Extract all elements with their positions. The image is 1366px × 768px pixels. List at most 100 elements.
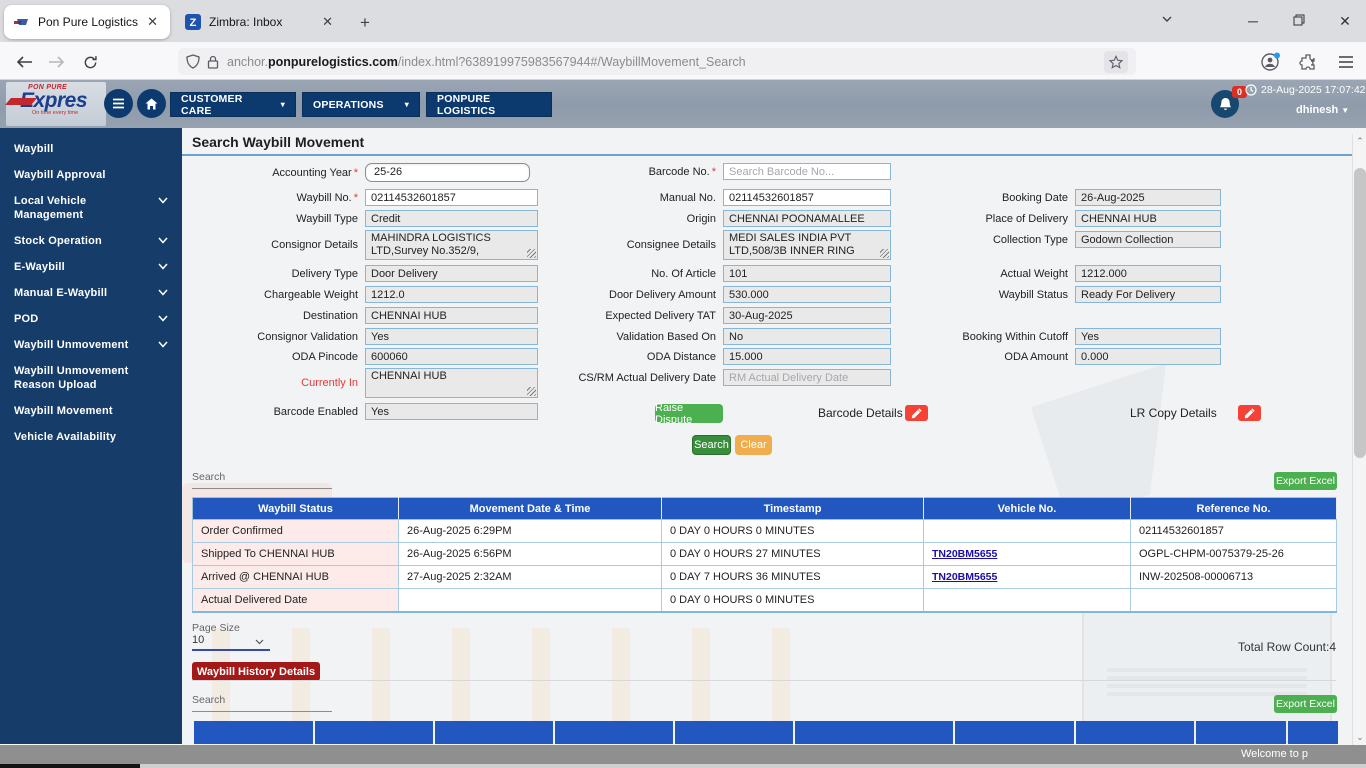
field-validation-based-on: Validation Based On xyxy=(550,328,891,345)
field-oda-amount: ODA Amount xyxy=(902,348,1221,365)
sidebar-item-manual-e-waybill[interactable]: Manual E-Waybill xyxy=(0,280,182,306)
manual-no-input[interactable] xyxy=(723,189,891,206)
sidebar-item-e-waybill[interactable]: E-Waybill xyxy=(0,254,182,280)
cell-datetime: 26-Aug-2025 6:56PM xyxy=(398,542,662,566)
history-col xyxy=(1288,721,1338,744)
new-tab-button[interactable]: + xyxy=(352,10,378,36)
field-place-of-delivery: Place of Delivery xyxy=(902,210,1221,227)
currently-in-textarea[interactable]: CHENNAI HUB xyxy=(365,368,538,398)
cell-status: Order Confirmed xyxy=(192,519,399,543)
chevron-down-icon: ▼ xyxy=(1341,106,1350,115)
window-close-button[interactable]: ✕ xyxy=(1330,8,1360,34)
url-bar[interactable]: anchor.ponpurelogistics.com/index.html?6… xyxy=(178,48,1136,75)
col-reference-no[interactable]: Reference No. xyxy=(1130,497,1337,520)
tab-close-icon[interactable]: ✕ xyxy=(320,14,335,30)
back-button[interactable] xyxy=(12,50,36,74)
nav-ponpure-logistics[interactable]: PONPURE LOGISTICS xyxy=(426,92,552,117)
sidebar-item-waybill[interactable]: Waybill xyxy=(0,136,182,162)
field-no-of-article: No. Of Article xyxy=(550,265,891,282)
cell-status: Shipped To CHENNAI HUB xyxy=(192,542,399,566)
account-icon xyxy=(1261,52,1280,71)
tab-list-chevron-icon[interactable] xyxy=(1160,12,1174,26)
sidebar-item-waybill-unmovement[interactable]: Waybill Unmovement xyxy=(0,332,182,358)
tab-close-icon[interactable]: ✕ xyxy=(145,14,160,30)
field-chargeable-weight: Chargeable Weight xyxy=(192,286,538,303)
main-content: Search Waybill Movement Accounting Year *… xyxy=(182,128,1366,745)
lr-copy-details-edit-button[interactable] xyxy=(1238,405,1261,421)
sidebar-item-waybill-movement[interactable]: Waybill Movement xyxy=(0,398,182,424)
resize-grip-icon[interactable] xyxy=(527,249,536,258)
chevron-down-icon: ▾ xyxy=(280,100,285,109)
waybill-history-details-button[interactable]: Waybill History Details xyxy=(192,662,320,681)
expected-delivery-tat-input xyxy=(723,307,891,324)
forward-button[interactable] xyxy=(44,50,68,74)
field-waybill-type: Waybill Type xyxy=(192,210,538,227)
table-row: Arrived @ CHENNAI HUB 27-Aug-2025 2:32AM… xyxy=(192,565,1337,589)
csrm-actual-delivery-date-input[interactable] xyxy=(723,369,891,386)
export-excel-button[interactable]: Export Excel xyxy=(1274,472,1337,490)
vertical-scrollbar[interactable]: ⌃ ⌄ xyxy=(1352,134,1366,745)
field-consignor-validation: Consignor Validation xyxy=(192,328,538,345)
restore-icon xyxy=(1293,14,1305,26)
sidebar-toggle-button[interactable] xyxy=(104,89,133,118)
waybill-no-input[interactable] xyxy=(365,189,538,206)
sidebar-item-local-vehicle-management[interactable]: Local Vehicle Management xyxy=(0,188,182,228)
search-button[interactable]: Search xyxy=(692,435,731,455)
app-logo[interactable]: PON PURE Expres On time every time xyxy=(5,82,106,126)
home-button[interactable] xyxy=(137,89,166,118)
door-delivery-amount-input xyxy=(723,286,891,303)
consignee-details-textarea[interactable]: MEDI SALES INDIA PVT LTD,508/3B INNER RI… xyxy=(723,230,891,260)
zimbra-favicon-icon: Z xyxy=(185,14,201,30)
clear-button[interactable]: Clear xyxy=(735,435,772,455)
history-col xyxy=(315,721,433,744)
nav-customer-care[interactable]: CUSTOMER CARE ▾ xyxy=(170,92,296,117)
history-filter-input[interactable] xyxy=(192,695,332,712)
scrollbar-thumb[interactable] xyxy=(1354,168,1366,458)
user-menu[interactable]: dhinesh ▼ xyxy=(1296,104,1349,116)
tab-pon-pure-logistics[interactable]: Pon Pure Logistics ✕ xyxy=(4,5,170,39)
page-size-select[interactable]: 10 xyxy=(192,634,270,651)
waybill-status-input xyxy=(1075,286,1221,303)
menu-button[interactable] xyxy=(1334,50,1358,74)
vehicle-link[interactable]: TN20BM5655 xyxy=(932,571,997,583)
nav-operations[interactable]: OPERATIONS ▾ xyxy=(302,92,420,117)
extensions-button[interactable] xyxy=(1296,50,1320,74)
window-minimize-button[interactable]: ─ xyxy=(1238,8,1268,34)
table-filter-input[interactable] xyxy=(192,472,332,489)
raise-dispute-button[interactable]: Raise Dispute xyxy=(655,402,723,426)
window-restore-button[interactable] xyxy=(1284,8,1314,34)
sidebar-item-waybill-unmovement-reason-upload[interactable]: Waybill Unmovement Reason Upload xyxy=(0,358,170,398)
notifications-button[interactable]: 0 xyxy=(1211,86,1247,118)
account-button[interactable] xyxy=(1258,50,1282,74)
accounting-year-select[interactable]: 25-26 xyxy=(365,163,530,182)
field-consignee-details: Consignee Details MEDI SALES INDIA PVT L… xyxy=(550,230,891,260)
resize-grip-icon[interactable] xyxy=(527,387,536,396)
cell-reference: OGPL-CHPM-0075379-25-26 xyxy=(1130,542,1337,566)
resize-grip-icon[interactable] xyxy=(880,249,889,258)
tab-title: Zimbra: Inbox xyxy=(209,15,283,29)
table-header-row: Waybill Status Movement Date & Time Time… xyxy=(192,497,1337,520)
col-timestamp[interactable]: Timestamp xyxy=(661,497,924,520)
vehicle-link[interactable]: TN20BM5655 xyxy=(932,548,997,560)
export-excel-button[interactable]: Export Excel xyxy=(1274,695,1337,713)
barcode-no-input[interactable] xyxy=(723,163,891,180)
sidebar-item-waybill-approval[interactable]: Waybill Approval xyxy=(0,162,182,188)
scroll-up-icon[interactable]: ⌃ xyxy=(1353,136,1366,147)
puzzle-icon xyxy=(1299,54,1315,70)
field-delivery-type: Delivery Type xyxy=(192,265,538,282)
col-vehicle-no[interactable]: Vehicle No. xyxy=(923,497,1131,520)
welcome-marquee: Welcome to p xyxy=(0,745,1366,764)
logo-main-text: Expres xyxy=(5,90,102,111)
tab-zimbra-inbox[interactable]: Z Zimbra: Inbox ✕ xyxy=(175,5,345,39)
title-divider xyxy=(182,154,1352,156)
consignor-details-textarea[interactable]: MAHINDRA LOGISTICS LTD,Survey No.352/9, … xyxy=(365,230,538,260)
sidebar-item-stock-operation[interactable]: Stock Operation xyxy=(0,228,182,254)
reload-button[interactable] xyxy=(78,50,102,74)
bookmark-star-button[interactable] xyxy=(1104,50,1128,73)
sidebar-item-pod[interactable]: POD xyxy=(0,306,182,332)
sidebar-item-vehicle-availability[interactable]: Vehicle Availability xyxy=(0,424,182,450)
col-movement-datetime[interactable]: Movement Date & Time xyxy=(398,497,662,520)
scroll-down-icon[interactable]: ⌄ xyxy=(1353,732,1366,743)
col-waybill-status[interactable]: Waybill Status xyxy=(192,497,399,520)
barcode-details-edit-button[interactable] xyxy=(905,405,928,421)
